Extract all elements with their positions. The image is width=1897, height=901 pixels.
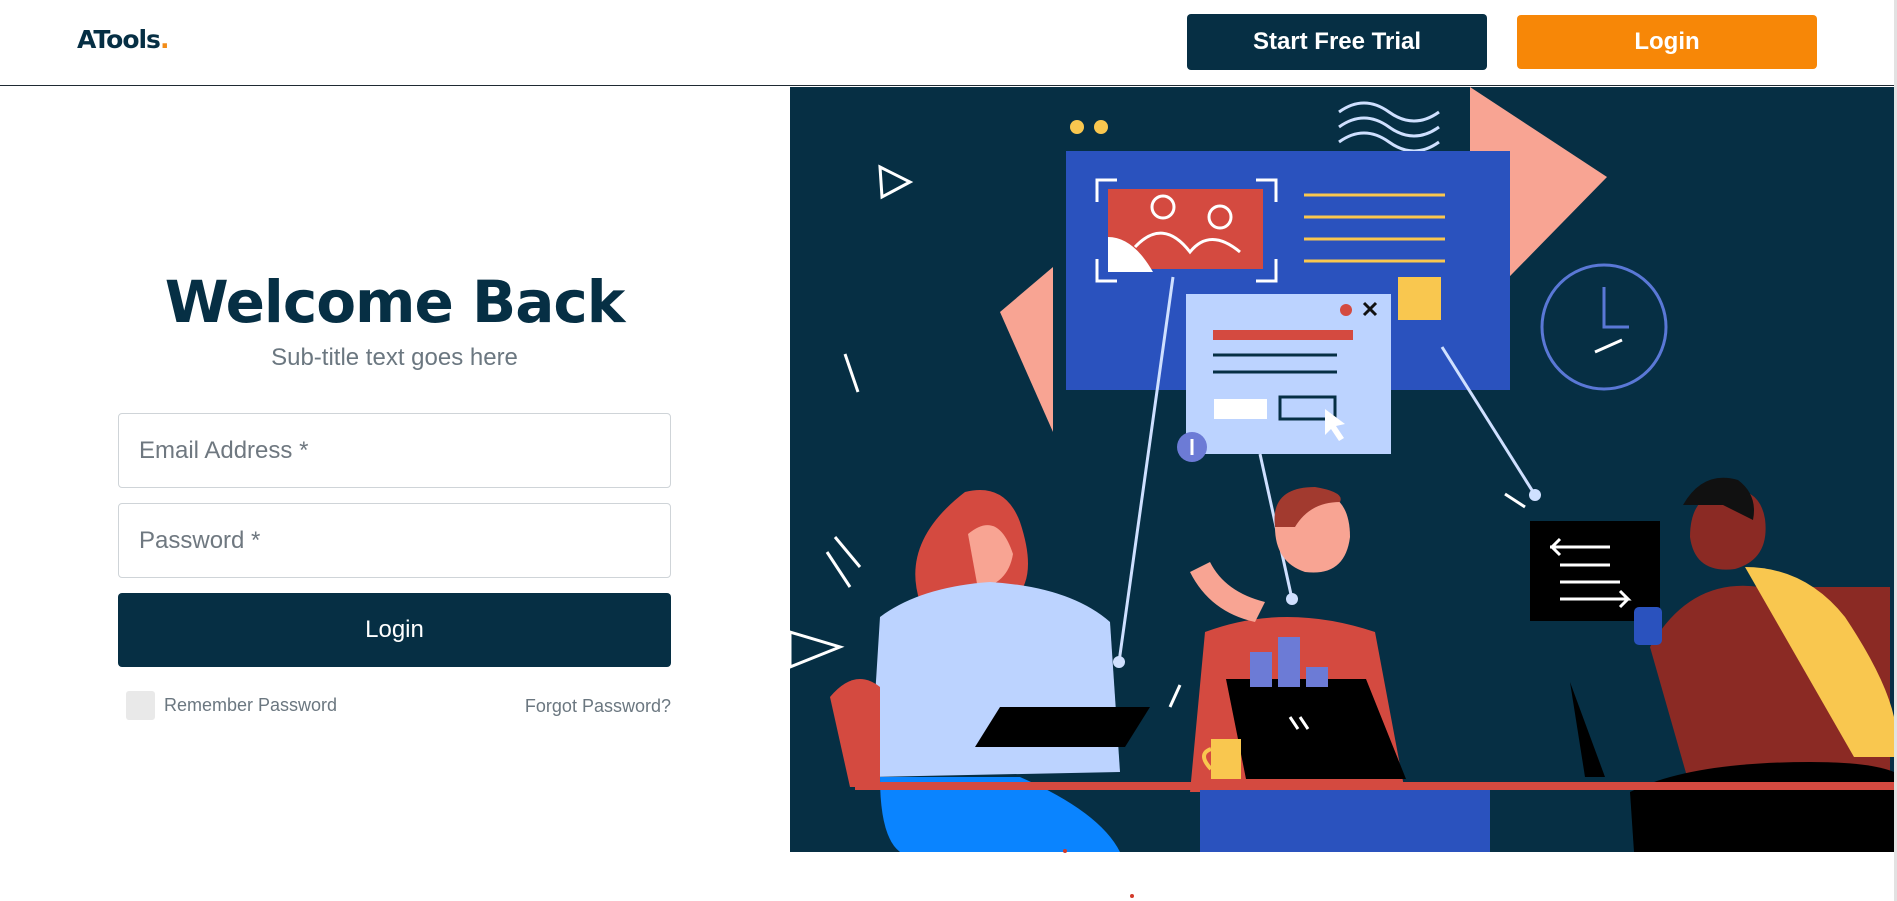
decorative-dot [1063,849,1067,853]
remember-password-checkbox[interactable] [126,690,155,720]
logo-dot: . [159,25,169,54]
code-window-icon [1530,521,1660,621]
password-field[interactable] [118,503,671,578]
table-edge [855,782,1894,790]
login-submit-button[interactable]: Login [118,593,671,667]
team-collaboration-illustration [790,87,1894,852]
yellow-square [1398,277,1441,320]
atools-logo[interactable]: ATools. [77,25,169,54]
forgot-password-link[interactable]: Forgot Password? [471,696,671,717]
remember-password-control[interactable]: Remember Password [126,690,337,720]
page-subtitle: Sub-title text goes here [271,344,518,371]
dialog-window-icon [1186,294,1391,454]
top-navigation-bar: ATools. Start Free Trial Login [0,0,1897,86]
picture-card-icon [1095,178,1278,283]
start-free-trial-button[interactable]: Start Free Trial [1187,14,1487,70]
remember-password-label: Remember Password [164,694,338,715]
tablet [975,707,1150,747]
header-login-button[interactable]: Login [1517,15,1817,69]
email-field[interactable] [118,413,671,488]
page-title: Welcome Back [164,268,626,336]
logo-text: ATools [77,25,161,54]
decorative-dot [1130,894,1134,898]
